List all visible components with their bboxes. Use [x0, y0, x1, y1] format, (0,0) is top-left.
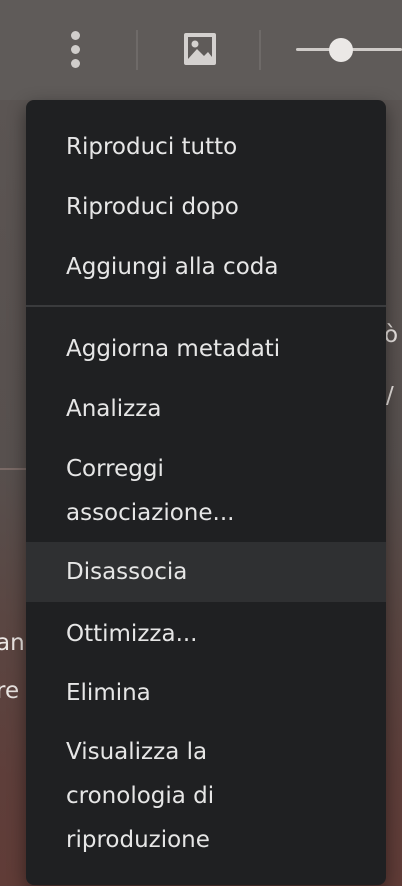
menu-item-label: Ottimizza... — [66, 621, 198, 647]
menu-divider — [26, 305, 386, 307]
menu-item-label: Correggi associazione... — [66, 456, 235, 526]
menu-item-label: Visualizza la cronologia di riproduzione — [66, 739, 215, 853]
toolbar-divider — [136, 30, 138, 70]
menu-item-unmatch[interactable]: Disassocia — [26, 542, 386, 602]
menu-item-play-next[interactable]: Riproduci dopo — [26, 185, 386, 229]
menu-item-optimize[interactable]: Ottimizza... — [26, 612, 386, 656]
menu-item-analyze[interactable]: Analizza — [26, 387, 386, 431]
image-icon[interactable] — [184, 33, 216, 65]
slider-thumb[interactable] — [329, 38, 353, 62]
menu-item-label: Riproduci tutto — [66, 134, 238, 160]
menu-item-label: Aggiungi alla coda — [66, 254, 279, 280]
menu-item-label: Riproduci dopo — [66, 194, 239, 220]
more-vertical-icon[interactable] — [64, 30, 88, 70]
volume-slider[interactable] — [296, 36, 402, 64]
menu-item-label: Disassocia — [66, 559, 188, 585]
menu-item-view-play-history[interactable]: Visualizza la cronologia di riproduzione — [26, 730, 386, 862]
toolbar — [0, 0, 402, 100]
background-text: re — [0, 678, 20, 704]
menu-item-add-to-queue[interactable]: Aggiungi alla coda — [26, 245, 386, 289]
menu-item-label: Elimina — [66, 680, 151, 706]
menu-item-refresh-metadata[interactable]: Aggiorna metadati — [26, 327, 386, 371]
background-text: an — [0, 630, 25, 656]
menu-item-play-all[interactable]: Riproduci tutto — [26, 125, 386, 169]
background-text: ò — [384, 322, 399, 348]
menu-item-label: Aggiorna metadati — [66, 336, 281, 362]
menu-item-label: Analizza — [66, 396, 162, 422]
background-text: / — [386, 383, 394, 409]
menu-item-delete[interactable]: Elimina — [26, 671, 386, 715]
app-screen: ò / an re Riproduci tutto Riproduci dopo… — [0, 0, 402, 886]
menu-item-fix-match[interactable]: Correggi associazione... — [26, 447, 386, 535]
context-menu: Riproduci tutto Riproduci dopo Aggiungi … — [26, 100, 386, 885]
toolbar-divider — [259, 30, 261, 70]
